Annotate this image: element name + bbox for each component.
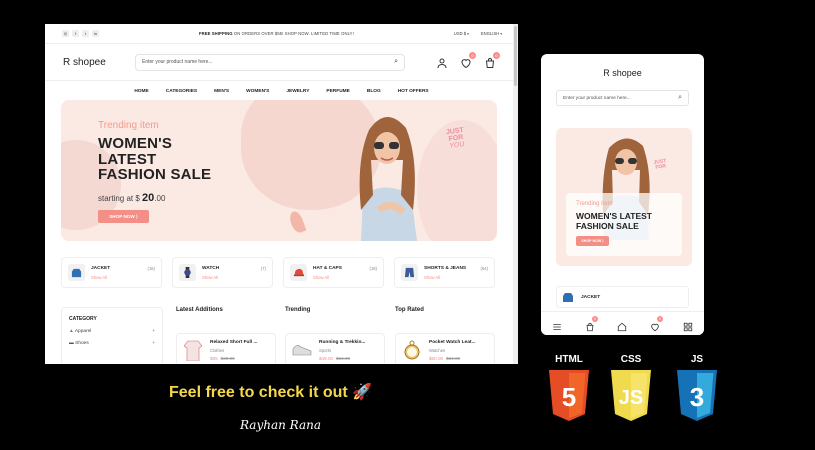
svg-text:5: 5 <box>562 382 576 412</box>
nav-categories[interactable]: CATEGORIES <box>166 89 197 94</box>
shop-now-button[interactable]: SHOP NOW ⟩ <box>98 210 149 223</box>
hero-kicker: Trending item <box>98 120 159 131</box>
hero-banner: Trending item WOMEN'S LATEST FASHION SAL… <box>61 100 497 241</box>
category-list: JACKET Show All (16) WATCH Show All (7) HA… <box>61 257 495 288</box>
home-icon[interactable] <box>617 319 627 331</box>
css-badge: CSS JS <box>608 354 654 426</box>
sidebar-title: CATEGORY <box>69 316 97 322</box>
sneaker-image <box>291 337 313 363</box>
category-card-watch[interactable]: WATCH Show All (7) <box>172 257 273 288</box>
latest-additions-heading: Latest Additions <box>176 307 223 313</box>
html-badge: HTML 5 <box>546 354 592 426</box>
just-for-you-badge: JUST FOR <box>653 158 667 171</box>
show-all-link[interactable]: Show All <box>202 275 219 280</box>
nav-womens[interactable]: WOMEN'S <box>246 89 269 94</box>
show-all-link[interactable]: Show All <box>91 275 110 280</box>
mobile-hero-banner: JUST FOR Trending item WOMEN'S LATEST FAS… <box>556 128 692 266</box>
logo[interactable]: R shopee <box>63 57 135 68</box>
nav-perfume[interactable]: PERFUME <box>326 89 349 94</box>
product-card[interactable]: Running & Trekkin... Sports $49.00 $15.00 <box>285 333 385 364</box>
facebook-icon[interactable]: f <box>72 30 79 37</box>
tagline: Feel free to check it out 🚀 <box>169 384 373 401</box>
sidebar-item-shoes[interactable]: ▬ Shoes + <box>69 341 155 346</box>
mobile-shop-now-button[interactable]: SHOP NOW ⟩ <box>576 236 609 246</box>
shoe-icon: ▬ <box>69 341 74 346</box>
cart-icon[interactable]: 0 <box>484 52 500 68</box>
expand-icon: + <box>152 341 155 346</box>
product-card[interactable]: Relaxed Short Full ... Clothes $95 $30.00 <box>176 333 276 364</box>
jacket-icon <box>563 293 573 302</box>
show-all-link[interactable]: Show All <box>424 275 466 280</box>
category-card-hat-caps[interactable]: HAT & CAPS Show All (18) <box>283 257 384 288</box>
top-rated-heading: Top Rated <box>395 307 424 313</box>
currency-select[interactable]: USD $ <box>454 31 469 36</box>
mobile-hero-card: Trending item WOMEN'S LATEST FASHION SAL… <box>566 193 682 256</box>
nav-mens[interactable]: MEN'S <box>214 89 229 94</box>
cart-badge: 0 <box>493 52 500 59</box>
grid-icon[interactable] <box>683 319 693 331</box>
menu-icon[interactable] <box>552 319 562 330</box>
search-icon[interactable]: ⌕ <box>394 58 398 66</box>
promo-text: FREE SHIPPING ON ORDERS OVER $55! SHOP N… <box>198 31 354 36</box>
product-card[interactable]: Pocket Watch Leat... Watches $50.00 $34.00 <box>395 333 495 364</box>
header: R shopee Enter your product name here...… <box>45 44 518 81</box>
js-logo-icon: JS <box>611 370 651 421</box>
html5-logo-icon: 5 <box>549 370 589 421</box>
hero-title: WOMEN'S LATEST FASHION SALE <box>98 135 212 183</box>
nav-home[interactable]: HOME <box>134 89 148 94</box>
sidebar-item-apparel[interactable]: ▲ Apparel + <box>69 329 155 334</box>
category-card-jacket[interactable]: JACKET Show All (16) <box>61 257 162 288</box>
model-image <box>359 116 417 241</box>
nav-blog[interactable]: BLOG <box>367 89 381 94</box>
watch-icon <box>179 264 196 281</box>
expand-icon: + <box>152 329 155 334</box>
jacket-icon <box>68 264 85 281</box>
mobile-category-card-jacket[interactable]: JACKET <box>556 286 689 308</box>
category-card-shorts-jeans[interactable]: SHORTS & JEANS Show All (64) <box>394 257 495 288</box>
show-all-link[interactable]: Show All <box>313 275 342 280</box>
twitter-icon[interactable]: t <box>82 30 89 37</box>
shorts-icon <box>401 264 418 281</box>
shirt-image <box>182 337 204 363</box>
social-links: ◎ f t in <box>62 30 99 37</box>
nav-jewelry[interactable]: JEWELRY <box>286 89 309 94</box>
dress-icon: ▲ <box>69 329 74 334</box>
nav-hot-offers[interactable]: HOT OFFERS <box>398 89 429 94</box>
linkedin-icon[interactable]: in <box>92 30 99 37</box>
just-for-you-badge: JUST FOR YOU <box>445 126 466 150</box>
search-icon: ⌕ <box>678 94 682 101</box>
top-bar: ◎ f t in FREE SHIPPING ON ORDERS OVER $5… <box>45 24 518 44</box>
mobile-logo[interactable]: R shopee <box>541 68 704 78</box>
search-input[interactable]: Enter your product name here... ⌕ <box>135 53 405 71</box>
mobile-bottom-nav: 0 0 <box>541 311 704 335</box>
cap-icon <box>290 264 307 281</box>
wishlist-badge: 0 <box>469 52 476 59</box>
trending-heading: Trending <box>285 307 311 313</box>
pocket-watch-image <box>401 337 423 363</box>
svg-text:3: 3 <box>690 382 704 412</box>
mobile-screenshot: R shopee Enter your product name here...… <box>541 54 704 335</box>
category-sidebar: CATEGORY ▲ Apparel + ▬ Shoes + <box>61 307 163 364</box>
wishlist-icon[interactable]: 0 <box>460 52 476 69</box>
js-badge: JS 3 <box>674 354 720 426</box>
scrollbar[interactable] <box>513 24 518 364</box>
author-name: Rayhan Rana <box>240 418 322 432</box>
language-select[interactable]: ENGLISH <box>481 31 502 36</box>
wishlist-icon[interactable]: 0 <box>650 315 664 331</box>
css3-logo-icon: 3 <box>677 370 717 421</box>
hero-price: starting at $ 20.00 <box>98 192 166 204</box>
svg-text:JS: JS <box>619 387 643 409</box>
mobile-search-input[interactable]: Enter your product name here... ⌕ <box>556 90 689 106</box>
user-icon[interactable] <box>436 56 448 69</box>
desktop-screenshot: ◎ f t in FREE SHIPPING ON ORDERS OVER $5… <box>45 24 518 364</box>
main-nav: HOME CATEGORIES MEN'S WOMEN'S JEWELRY PE… <box>45 81 518 101</box>
cart-icon[interactable]: 0 <box>585 315 598 331</box>
instagram-icon[interactable]: ◎ <box>62 30 69 37</box>
